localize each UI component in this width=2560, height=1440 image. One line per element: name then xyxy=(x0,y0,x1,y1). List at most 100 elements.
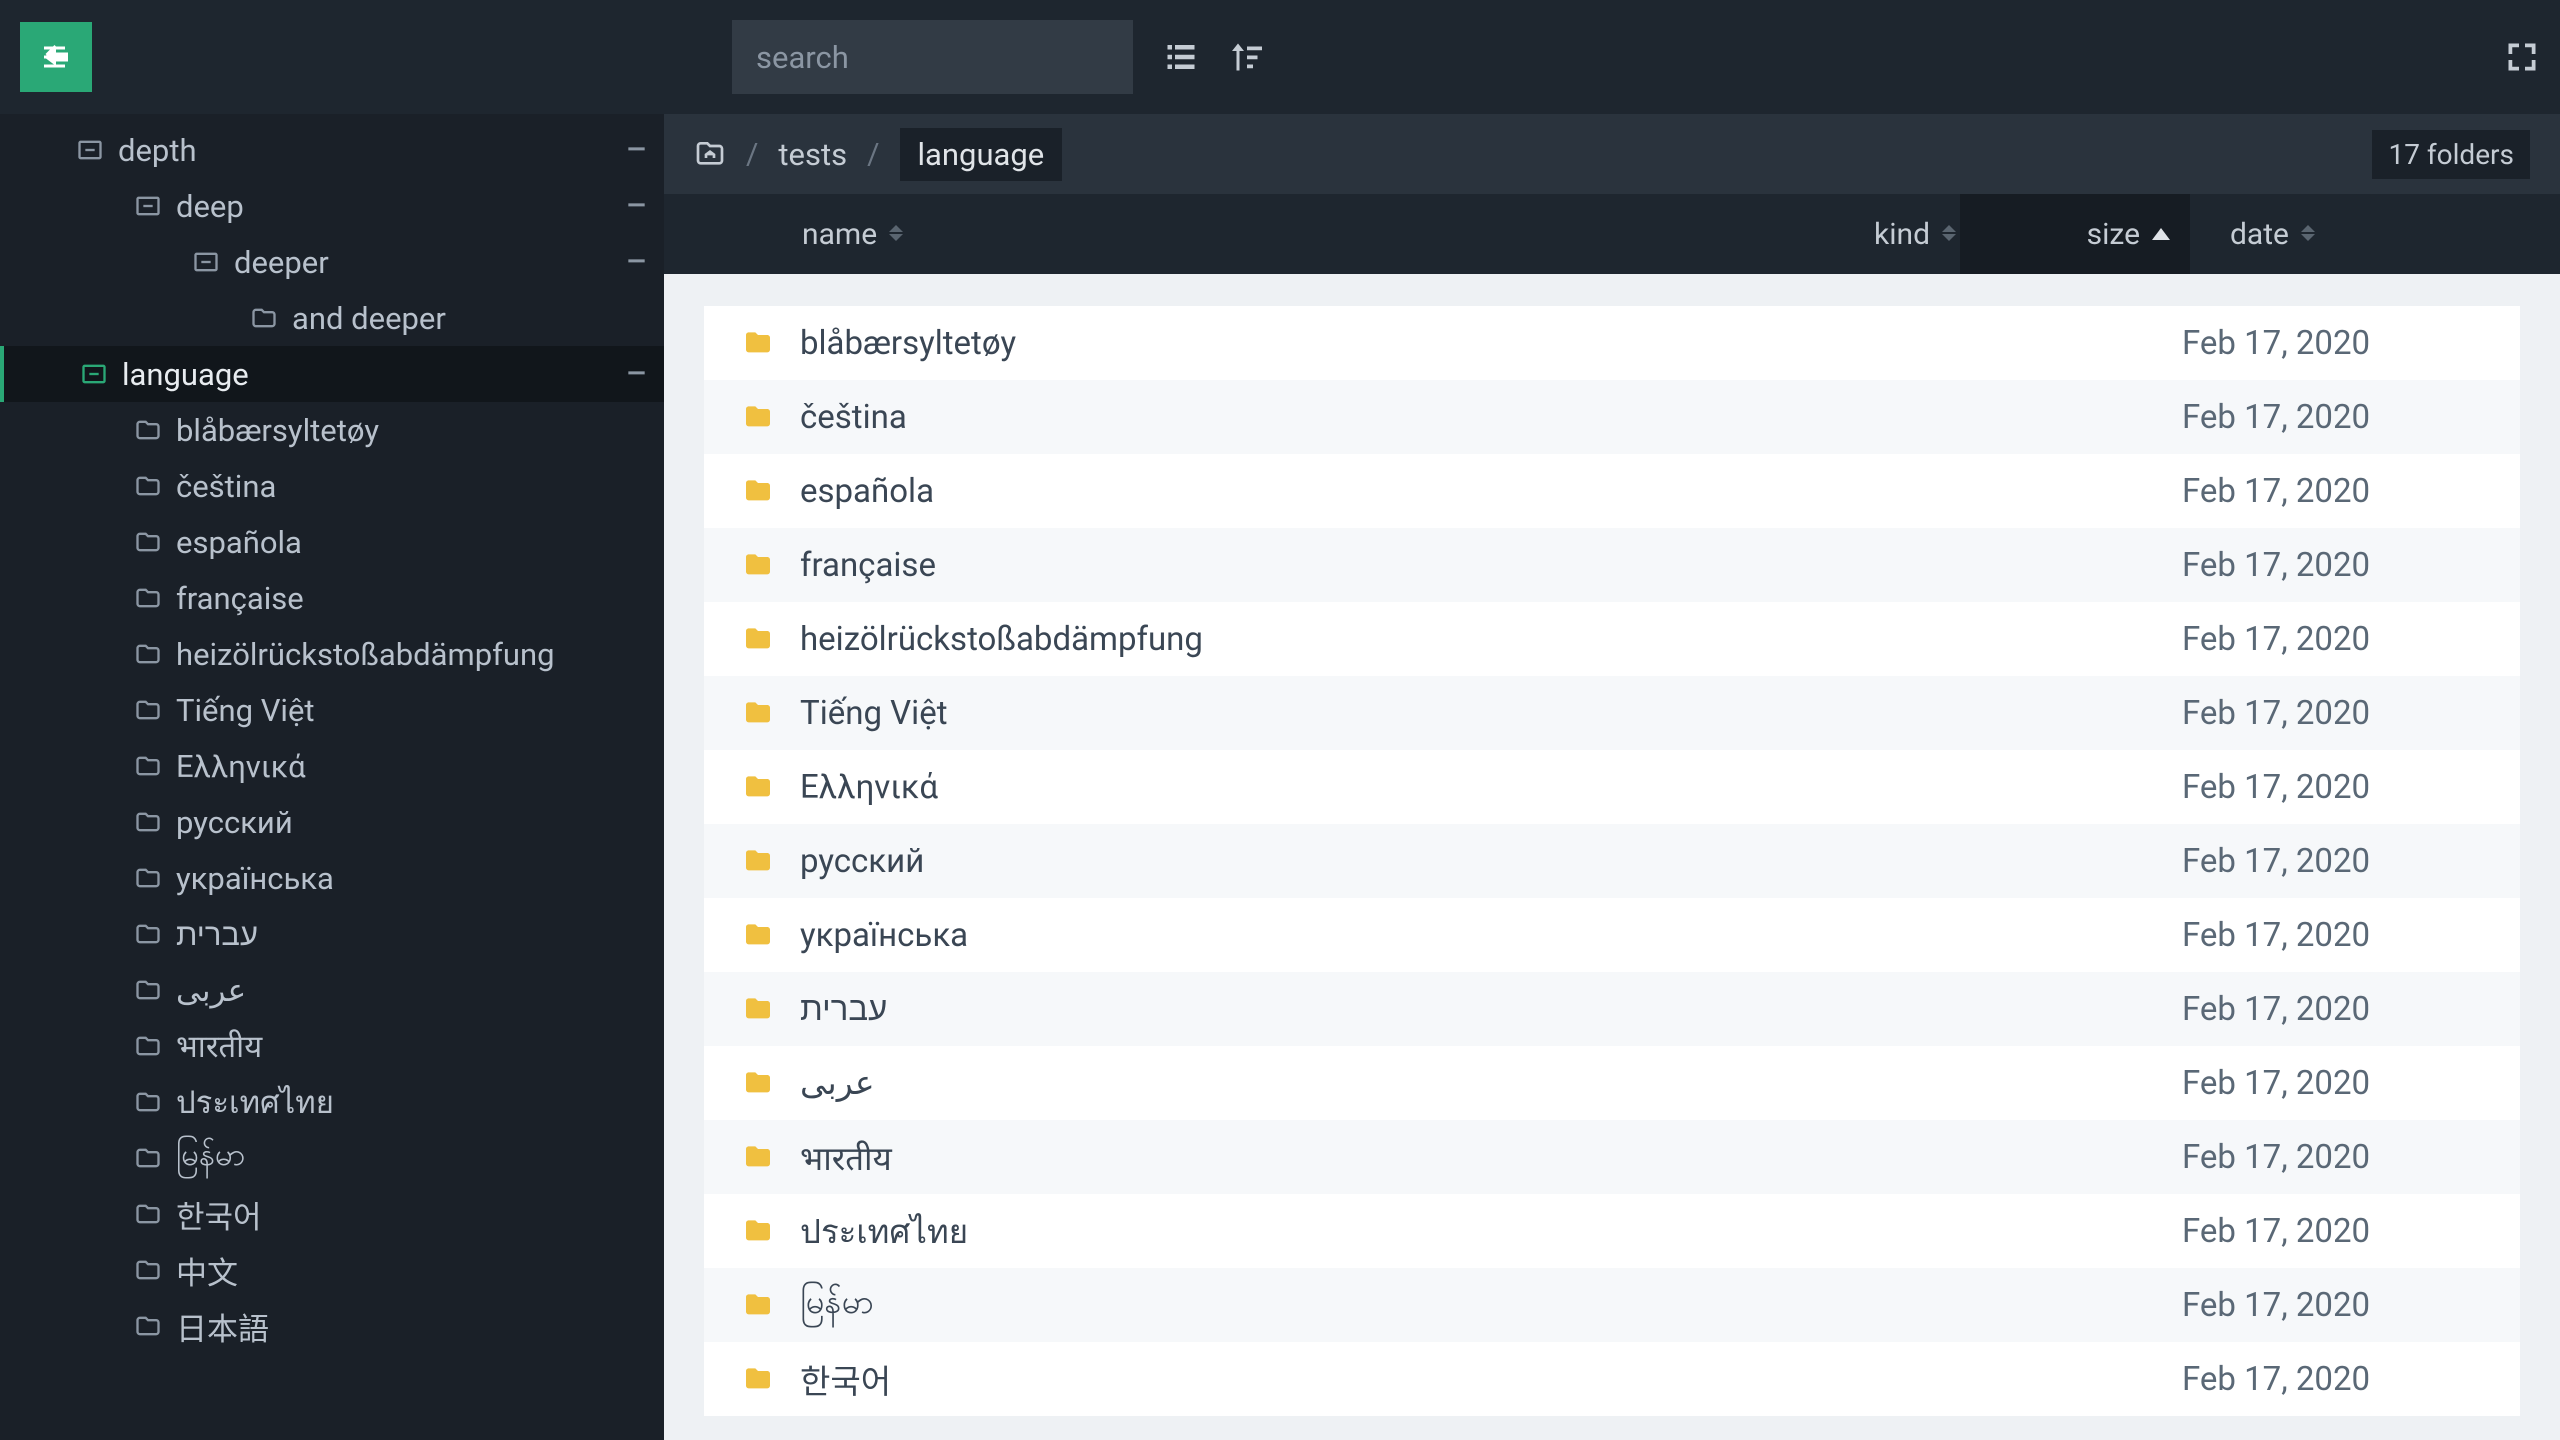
tree-item[interactable]: ประเทศไทย xyxy=(0,1074,664,1130)
column-header-date[interactable]: date xyxy=(2230,217,2319,252)
tree-item-label: မြန်မာ xyxy=(176,1135,245,1181)
tree-item-label: עברית xyxy=(176,916,258,953)
tree-item[interactable]: depth− xyxy=(0,122,664,178)
file-row[interactable]: українськаFeb 17, 2020 xyxy=(704,898,2520,972)
sort-button[interactable] xyxy=(1229,39,1265,75)
search-input[interactable] xyxy=(732,20,1133,94)
tree-item[interactable]: française xyxy=(0,570,664,626)
file-row[interactable]: ΕλληνικάFeb 17, 2020 xyxy=(704,750,2520,824)
folder-icon xyxy=(134,752,162,780)
tree-item[interactable]: עברית xyxy=(0,906,664,962)
file-content-area[interactable]: blåbærsyltetøyFeb 17, 2020češtinaFeb 17,… xyxy=(664,274,2560,1440)
file-row[interactable]: françaiseFeb 17, 2020 xyxy=(704,528,2520,602)
tree-item[interactable]: українська xyxy=(0,850,664,906)
file-row[interactable]: Tiếng ViệtFeb 17, 2020 xyxy=(704,676,2520,750)
file-row[interactable]: עבריתFeb 17, 2020 xyxy=(704,972,2520,1046)
expand-icon xyxy=(2504,39,2540,75)
breadcrumb-link-tests[interactable]: tests xyxy=(778,136,847,173)
collapse-toggle[interactable]: − xyxy=(625,130,648,170)
file-name: မြန်မာ xyxy=(800,1281,2182,1330)
folder-icon xyxy=(134,1144,162,1172)
file-row[interactable]: русскийFeb 17, 2020 xyxy=(704,824,2520,898)
tree-item-label: Ελληνικά xyxy=(176,748,306,785)
tree-item[interactable]: မြန်မာ xyxy=(0,1130,664,1186)
breadcrumb-bar: / tests / language 17 folders xyxy=(664,114,2560,194)
fullscreen-button[interactable] xyxy=(2504,39,2540,75)
file-date: Feb 17, 2020 xyxy=(2182,398,2482,437)
column-header-size[interactable]: size xyxy=(2087,217,2170,252)
file-date: Feb 17, 2020 xyxy=(2182,1138,2482,1177)
file-name: čeština xyxy=(800,398,2182,437)
tree-item[interactable]: भारतीय xyxy=(0,1018,664,1074)
tree-item-label: heizölrückstoßabdämpfung xyxy=(176,636,555,673)
file-name: عربى xyxy=(800,1063,2182,1103)
tree-item-label: deeper xyxy=(234,244,329,281)
file-row[interactable]: 한국어Feb 17, 2020 xyxy=(704,1342,2520,1416)
folder-icon xyxy=(134,1032,162,1060)
tree-item-label: čeština xyxy=(176,468,276,505)
collapse-toggle[interactable]: − xyxy=(625,354,648,394)
back-arrow-icon xyxy=(38,39,74,75)
column-header-name[interactable]: name xyxy=(802,217,907,252)
folder-icon xyxy=(742,845,774,877)
folder-icon xyxy=(134,528,162,556)
tree-item[interactable]: عربى xyxy=(0,962,664,1018)
tree-item[interactable]: and deeper xyxy=(0,290,664,346)
folder-icon xyxy=(134,696,162,724)
tree-item[interactable]: 日本語 xyxy=(0,1298,664,1354)
file-date: Feb 17, 2020 xyxy=(2182,768,2482,807)
tree-item-label: española xyxy=(176,524,302,561)
tree-item[interactable]: 中文 xyxy=(0,1242,664,1298)
tree-item[interactable]: 한국어 xyxy=(0,1186,664,1242)
sort-both-icon xyxy=(1942,225,1960,243)
folder-tree-sidebar[interactable]: depth− deep − deeper − and deeper language − blå… xyxy=(0,114,664,1440)
tree-item-label: language xyxy=(122,356,249,393)
folder-icon xyxy=(76,136,104,164)
file-row[interactable]: blåbærsyltetøyFeb 17, 2020 xyxy=(704,306,2520,380)
file-row[interactable]: عربىFeb 17, 2020 xyxy=(704,1046,2520,1120)
file-date: Feb 17, 2020 xyxy=(2182,1360,2482,1399)
folder-icon xyxy=(134,920,162,948)
tree-item[interactable]: deeper − xyxy=(0,234,664,290)
tree-item[interactable]: española xyxy=(0,514,664,570)
collapse-toggle[interactable]: − xyxy=(625,186,648,226)
file-date: Feb 17, 2020 xyxy=(2182,1064,2482,1103)
file-row[interactable]: ประเทศไทยFeb 17, 2020 xyxy=(704,1194,2520,1268)
folder-icon xyxy=(134,584,162,612)
file-name: українська xyxy=(800,916,2182,955)
folder-icon xyxy=(134,192,162,220)
tree-item-label: русский xyxy=(176,804,293,841)
file-row[interactable]: heizölrückstoßabdämpfungFeb 17, 2020 xyxy=(704,602,2520,676)
folder-icon xyxy=(134,864,162,892)
sort-icon xyxy=(1229,39,1265,75)
file-row[interactable]: češtinaFeb 17, 2020 xyxy=(704,380,2520,454)
view-list-button[interactable] xyxy=(1163,39,1199,75)
tree-item[interactable]: language − xyxy=(0,346,664,402)
file-row[interactable]: မြန်မာFeb 17, 2020 xyxy=(704,1268,2520,1342)
column-header-kind[interactable]: kind xyxy=(1874,217,1960,252)
file-date: Feb 17, 2020 xyxy=(2182,694,2482,733)
file-row[interactable]: españolaFeb 17, 2020 xyxy=(704,454,2520,528)
folder-icon xyxy=(134,1088,162,1116)
tree-item[interactable]: deep − xyxy=(0,178,664,234)
back-button[interactable] xyxy=(20,22,92,92)
file-date: Feb 17, 2020 xyxy=(2182,916,2482,955)
tree-item-label: and deeper xyxy=(292,300,446,337)
folder-icon xyxy=(742,1067,774,1099)
tree-item-label: 日本語 xyxy=(176,1304,269,1349)
main-panel: / tests / language 17 folders name kind xyxy=(664,114,2560,1440)
folder-icon xyxy=(742,549,774,581)
tree-item[interactable]: blåbærsyltetøy xyxy=(0,402,664,458)
folder-icon xyxy=(134,640,162,668)
collapse-toggle[interactable]: − xyxy=(625,242,648,282)
file-name: española xyxy=(800,472,2182,511)
file-row[interactable]: भारतीयFeb 17, 2020 xyxy=(704,1120,2520,1194)
tree-item[interactable]: Tiếng Việt xyxy=(0,682,664,738)
tree-item[interactable]: русский xyxy=(0,794,664,850)
breadcrumb-home-button[interactable] xyxy=(694,138,726,170)
folder-icon xyxy=(742,623,774,655)
tree-item[interactable]: Ελληνικά xyxy=(0,738,664,794)
tree-item-label: deep xyxy=(176,188,244,225)
tree-item[interactable]: čeština xyxy=(0,458,664,514)
tree-item[interactable]: heizölrückstoßabdämpfung xyxy=(0,626,664,682)
